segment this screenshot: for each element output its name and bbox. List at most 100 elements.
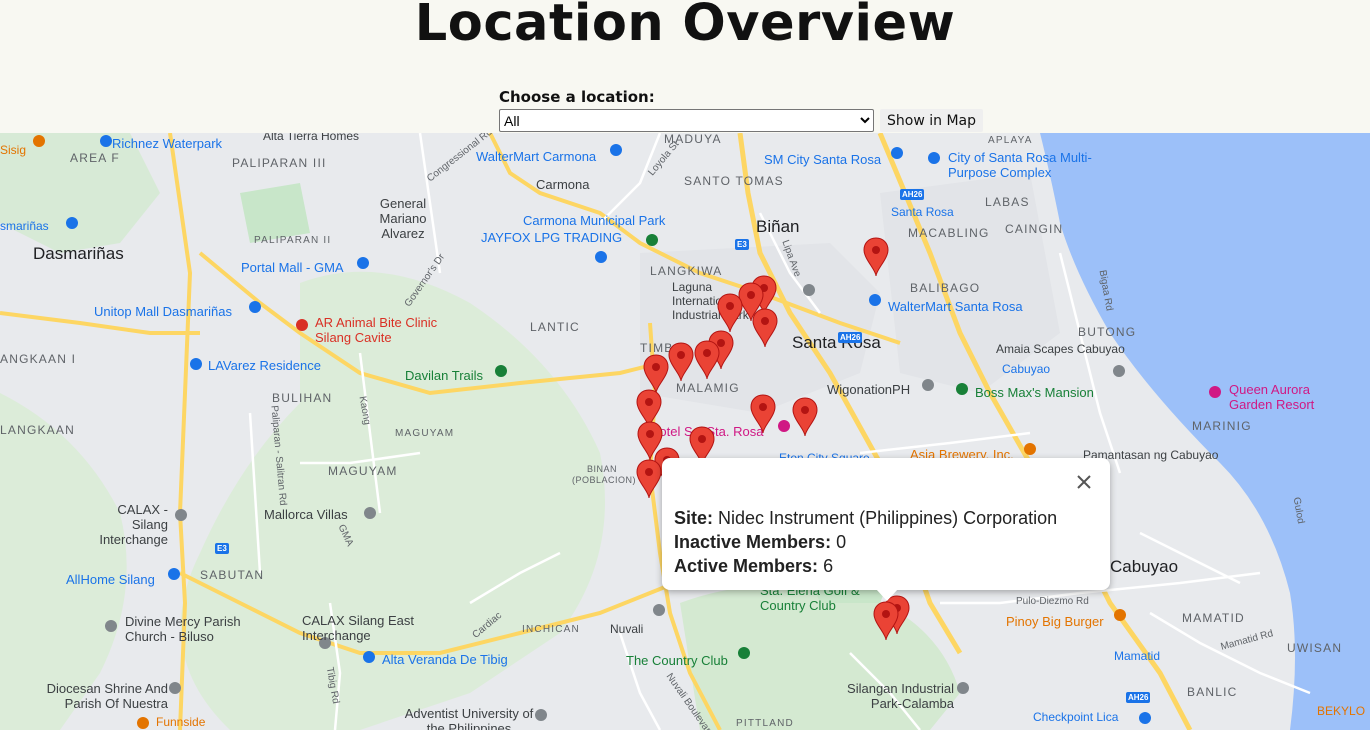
- location-marker-icon[interactable]: [791, 397, 819, 437]
- poi-label[interactable]: AllHome Silang: [66, 572, 155, 587]
- poi-label[interactable]: Carmona Municipal Park: [523, 213, 665, 228]
- area-label: LANGKIWA: [650, 264, 723, 278]
- location-marker-icon[interactable]: [716, 293, 744, 333]
- poi-label[interactable]: WalterMart Santa Rosa: [888, 299, 1023, 314]
- location-marker-icon[interactable]: [667, 342, 695, 382]
- restaurant-pin-icon[interactable]: [137, 717, 149, 729]
- poi-label[interactable]: Santa Rosa: [891, 205, 954, 220]
- poi-label[interactable]: AR Animal Bite Clinic Silang Cavite: [315, 315, 445, 345]
- area-label: MARINIG: [1192, 419, 1252, 433]
- poi-label[interactable]: SM City Santa Rosa: [764, 152, 881, 167]
- place-pin-icon[interactable]: [653, 604, 665, 616]
- location-select[interactable]: All: [499, 109, 874, 132]
- building-pin-icon[interactable]: [190, 358, 202, 370]
- park-pin-icon[interactable]: [956, 383, 968, 395]
- area-label: AREA F: [70, 151, 120, 165]
- area-label: PALIPARAN III: [232, 156, 327, 170]
- location-marker-icon[interactable]: [642, 354, 670, 394]
- area-label: BANLIC: [1187, 685, 1238, 699]
- poi-label[interactable]: LAVarez Residence: [208, 358, 321, 373]
- poi-label[interactable]: CALAX - Silang Interchange: [78, 502, 168, 547]
- poi-label[interactable]: Adventist University of the Philippines: [404, 706, 534, 730]
- hiking-pin-icon[interactable]: [495, 365, 507, 377]
- restaurant-pin-icon[interactable]: [33, 135, 45, 147]
- place-pin-icon[interactable]: [175, 509, 187, 521]
- active-members-row: Active Members: 6: [674, 556, 833, 577]
- hotel-pin-icon[interactable]: [778, 420, 790, 432]
- poi-label[interactable]: Diocesan Shrine And Parish Of Nuestra: [33, 681, 168, 711]
- place-pin-icon[interactable]: [1113, 365, 1125, 377]
- poi-label[interactable]: The Country Club: [626, 653, 728, 668]
- poi-label[interactable]: BEKYLO: [1317, 704, 1365, 719]
- poi-label[interactable]: Richnez Waterpark: [112, 136, 222, 151]
- industry-pin-icon[interactable]: [803, 284, 815, 296]
- church-pin-icon[interactable]: [169, 682, 181, 694]
- page-header: Location Overview Choose a location: All…: [0, 0, 1370, 133]
- poi-label[interactable]: Alta Veranda De Tibig: [382, 652, 508, 667]
- close-icon[interactable]: [1072, 470, 1096, 494]
- show-in-map-button[interactable]: Show in Map: [880, 109, 983, 132]
- shopping-pin-icon[interactable]: [610, 144, 622, 156]
- poi-label[interactable]: Alta Tierra Homes: [263, 133, 359, 144]
- shopping-pin-icon[interactable]: [595, 251, 607, 263]
- area-label: BINAN (POBLACION): [572, 464, 637, 485]
- poi-label[interactable]: WalterMart Carmona: [476, 149, 596, 164]
- industry-pin-icon[interactable]: [957, 682, 969, 694]
- location-marker-icon[interactable]: [862, 237, 890, 277]
- poi-label[interactable]: Portal Mall - GMA: [241, 260, 344, 275]
- poi-label[interactable]: smariñas: [0, 219, 49, 234]
- highway-shield: AH26: [1126, 692, 1151, 703]
- shopping-pin-icon[interactable]: [891, 147, 903, 159]
- shopping-pin-icon[interactable]: [357, 257, 369, 269]
- poi-label[interactable]: Mamatid: [1114, 649, 1160, 664]
- location-marker-icon[interactable]: [693, 340, 721, 380]
- poi-label[interactable]: Mallorca Villas: [264, 507, 348, 522]
- poi-label[interactable]: City of Santa Rosa Multi-Purpose Complex: [948, 150, 1108, 180]
- location-marker-icon[interactable]: [872, 601, 900, 641]
- poi-label[interactable]: Sisig: [0, 143, 26, 158]
- building-pin-icon[interactable]: [928, 152, 940, 164]
- shopping-pin-icon[interactable]: [168, 568, 180, 580]
- church-pin-icon[interactable]: [105, 620, 117, 632]
- area-label: BALIBAGO: [910, 281, 981, 295]
- shopping-pin-icon[interactable]: [869, 294, 881, 306]
- poi-label[interactable]: Silangan Industrial Park-Calamba: [834, 681, 954, 711]
- beer-pin-icon[interactable]: [1024, 443, 1036, 455]
- poi-label[interactable]: Divine Mercy Parish Church - Biluso: [125, 614, 255, 644]
- poi-label[interactable]: CALAX Silang East Interchange: [302, 613, 422, 643]
- park-pin-icon[interactable]: [646, 234, 658, 246]
- poi-label[interactable]: Cabuyao: [1002, 362, 1050, 377]
- poi-label[interactable]: Nuvali: [610, 622, 643, 637]
- poi-label[interactable]: WigonationPH: [827, 382, 910, 397]
- place-pin-icon[interactable]: [364, 507, 376, 519]
- site-row: Site: Nidec Instrument (Philippines) Cor…: [674, 508, 1057, 529]
- poi-label[interactable]: Unitop Mall Dasmariñas: [94, 304, 232, 319]
- shopping-pin-icon[interactable]: [66, 217, 78, 229]
- poi-label[interactable]: Amaia Scapes Cabuyao: [996, 342, 1125, 357]
- hospital-pin-icon[interactable]: [296, 319, 308, 331]
- shopping-pin-icon[interactable]: [100, 135, 112, 147]
- area-label: APLAYA: [988, 135, 1033, 146]
- golf-pin-icon[interactable]: [738, 647, 750, 659]
- location-marker-icon[interactable]: [751, 308, 779, 348]
- poi-label[interactable]: Checkpoint Lica: [1033, 710, 1118, 725]
- shopping-pin-icon[interactable]: [1139, 712, 1151, 724]
- restaurant-pin-icon[interactable]: [1114, 609, 1126, 621]
- place-pin-icon[interactable]: [922, 379, 934, 391]
- poi-label[interactable]: Pinoy Big Burger: [1006, 614, 1104, 629]
- school-pin-icon[interactable]: [535, 709, 547, 721]
- shopping-pin-icon[interactable]: [249, 301, 261, 313]
- location-marker-icon[interactable]: [635, 459, 663, 499]
- location-marker-icon[interactable]: [749, 394, 777, 434]
- map-canvas[interactable]: AREA F PALIPARAN III PALIPARAN II MADUYA…: [0, 133, 1370, 730]
- poi-label[interactable]: Queen Aurora Garden Resort: [1229, 382, 1339, 412]
- resort-pin-icon[interactable]: [1209, 386, 1221, 398]
- building-pin-icon[interactable]: [363, 651, 375, 663]
- road-label: Pulo-Diezmo Rd: [1016, 596, 1089, 607]
- poi-label[interactable]: JAYFOX LPG TRADING: [481, 230, 622, 245]
- poi-label[interactable]: Davilan Trails: [405, 368, 483, 383]
- poi-label[interactable]: Funnside: [156, 715, 205, 730]
- highway-shield: E3: [215, 543, 229, 554]
- poi-label[interactable]: Boss Max's Mansion: [975, 385, 1094, 400]
- town-label: General Mariano Alvarez: [379, 196, 427, 241]
